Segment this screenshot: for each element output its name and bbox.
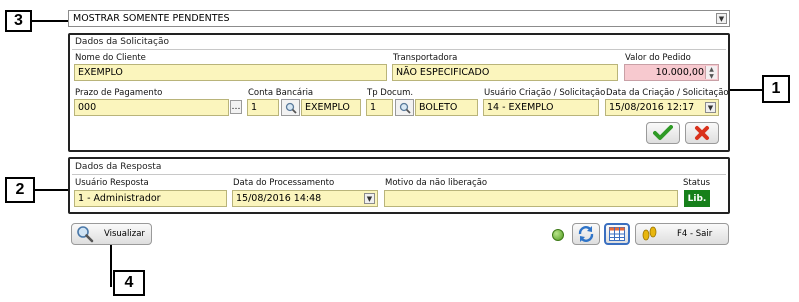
- prazo-field[interactable]: 000: [74, 99, 229, 116]
- status-label: Status: [683, 178, 711, 188]
- chevron-down-icon[interactable]: ▼: [364, 193, 375, 204]
- cliente-label: Nome do Cliente: [75, 53, 146, 63]
- data-processamento-label: Data do Processamento: [233, 178, 335, 188]
- exit-label: F4 - Sair: [677, 229, 713, 239]
- status-badge: Lib.: [684, 190, 710, 207]
- usuario-resposta-field[interactable]: 1 - Administrador: [74, 190, 227, 207]
- conta-search-button[interactable]: [281, 99, 300, 116]
- callout-2-line: [35, 189, 68, 191]
- data-criacao-field[interactable]: 15/08/2016 12:17 ▼: [605, 99, 719, 116]
- resposta-title: Dados da Resposta: [75, 162, 162, 172]
- close-icon: [695, 126, 709, 140]
- callout-2: 2: [5, 177, 35, 203]
- conta-name-field[interactable]: EXEMPLO: [301, 99, 361, 116]
- solicitacao-title: Dados da Solicitação: [75, 37, 169, 47]
- valor-value: 10.000,00: [655, 67, 704, 78]
- callout-4-line: [110, 245, 112, 287]
- resposta-divider: [72, 174, 726, 175]
- callout-3: 3: [5, 10, 32, 32]
- spinner-icon[interactable]: ▲ ▼: [705, 66, 717, 80]
- transportadora-label: Transportadora: [393, 53, 458, 63]
- filter-select-value: MOSTRAR SOMENTE PENDENTES: [73, 13, 230, 24]
- motivo-label: Motivo da não liberação: [385, 178, 488, 188]
- tpdoc-search-button[interactable]: [395, 99, 414, 116]
- cliente-field[interactable]: EXEMPLO: [74, 64, 387, 81]
- refresh-icon: [578, 226, 594, 242]
- approve-button[interactable]: [646, 122, 680, 144]
- data-processamento-field[interactable]: 15/08/2016 14:48 ▼: [232, 190, 378, 207]
- magnifier-icon: [77, 226, 94, 243]
- callout-1: 1: [762, 75, 790, 103]
- prazo-label: Prazo de Pagamento: [75, 88, 163, 98]
- data-criacao-value: 15/08/2016 12:17: [609, 102, 695, 113]
- filter-select[interactable]: MOSTRAR SOMENTE PENDENTES ▼: [68, 10, 730, 27]
- visualizar-button[interactable]: Visualizar: [71, 223, 152, 245]
- valor-label: Valor do Pedido: [625, 53, 691, 63]
- data-processamento-value: 15/08/2016 14:48: [236, 193, 322, 204]
- exit-button[interactable]: F4 - Sair: [635, 223, 729, 245]
- usuario-criacao-field[interactable]: 14 - EXEMPLO: [483, 99, 599, 116]
- refresh-button[interactable]: [572, 223, 600, 245]
- chevron-down-icon[interactable]: ▼: [716, 13, 727, 24]
- table-icon: [609, 227, 625, 241]
- check-icon: [653, 125, 673, 140]
- conta-label: Conta Bancária: [248, 88, 314, 98]
- transportadora-field[interactable]: NÃO ESPECIFICADO: [392, 64, 618, 81]
- callout-1-line: [730, 89, 762, 91]
- callout-4: 4: [113, 270, 145, 296]
- search-icon: [399, 102, 411, 114]
- grid-view-button[interactable]: [604, 223, 630, 245]
- solicitacao-divider: [72, 49, 726, 50]
- chevron-down-icon[interactable]: ▼: [705, 102, 716, 113]
- motivo-field[interactable]: [384, 190, 678, 207]
- tpdoc-label: Tp Docum.: [367, 88, 414, 98]
- data-criacao-label: Data da Criação / Solicitação: [606, 88, 729, 98]
- callout-3-line: [32, 20, 68, 22]
- footprints-icon: [642, 226, 657, 241]
- usuario-criacao-label: Usuário Criação / Solicitação: [484, 88, 606, 98]
- visualizar-label: Visualizar: [104, 229, 145, 239]
- info-status-icon: [552, 229, 564, 241]
- conta-code-field[interactable]: 1: [247, 99, 279, 116]
- reject-button[interactable]: [685, 122, 719, 144]
- tpdoc-code-field[interactable]: 1: [366, 99, 393, 116]
- search-icon: [285, 102, 297, 114]
- usuario-resposta-label: Usuário Resposta: [75, 178, 149, 188]
- tpdoc-name-field[interactable]: BOLETO: [415, 99, 478, 116]
- prazo-ellipsis-button[interactable]: …: [230, 100, 242, 114]
- valor-field[interactable]: 10.000,00 ▲ ▼: [624, 64, 719, 81]
